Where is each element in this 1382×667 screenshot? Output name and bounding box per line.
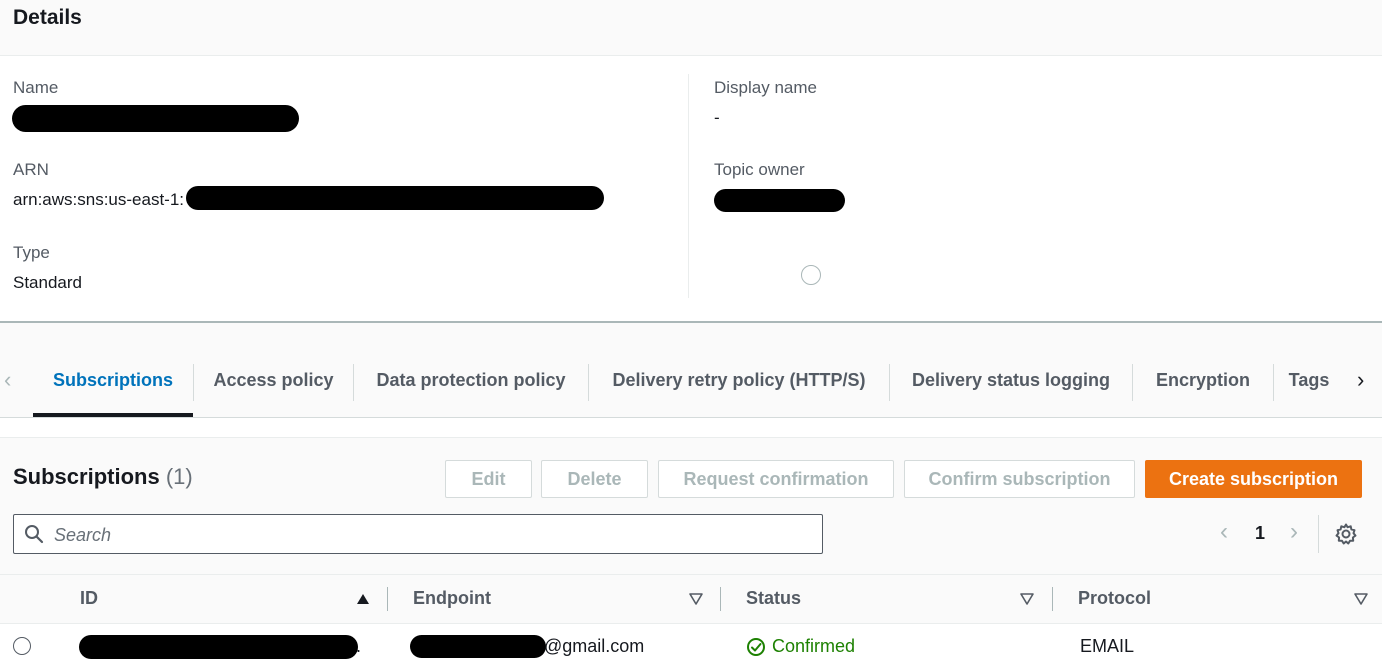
arn-value: arn:aws:sns:us-east-1:: [13, 190, 185, 209]
current-page[interactable]: 1: [1255, 523, 1265, 544]
tab-access-policy[interactable]: Access policy: [194, 363, 353, 398]
gear-icon[interactable]: [1334, 522, 1358, 546]
sort-icon[interactable]: [1020, 592, 1034, 606]
type-value: Standard: [13, 273, 82, 292]
column-separator: [720, 587, 721, 611]
tab-subscriptions[interactable]: Subscriptions: [33, 363, 193, 398]
create-subscription-button[interactable]: Create subscription: [1145, 460, 1362, 498]
id-redacted: [79, 635, 358, 659]
subscriptions-count: (1): [165, 464, 193, 489]
endpoint-redacted: [410, 635, 546, 658]
column-header-status[interactable]: Status: [746, 588, 801, 609]
display-name-value: -: [714, 108, 720, 127]
arn-redacted: [186, 186, 604, 210]
tab-data-protection-policy[interactable]: Data protection policy: [354, 363, 588, 398]
arn-label: ARN: [13, 160, 49, 179]
next-page-icon[interactable]: ›: [1290, 520, 1298, 544]
column-separator: [1052, 587, 1053, 611]
topic-owner-label: Topic owner: [714, 160, 805, 179]
protocol-cell: EMAIL: [1080, 636, 1135, 656]
table-row[interactable]: . @gmail.com Confirmed EMAIL: [0, 624, 1382, 667]
tab-delivery-retry-policy[interactable]: Delivery retry policy (HTTP/S): [589, 363, 889, 398]
name-redacted: [12, 105, 299, 132]
search-icon: [25, 525, 44, 544]
tab-tags[interactable]: Tags: [1274, 363, 1344, 398]
details-panel: Name ARN arn:aws:sns:us-east-1: Type Sta…: [0, 56, 1382, 323]
sort-icon[interactable]: [1354, 592, 1368, 606]
tabs-scroll-right-icon[interactable]: ›: [1357, 369, 1364, 391]
tab-encryption[interactable]: Encryption: [1133, 363, 1273, 398]
display-name-label: Display name: [714, 78, 817, 97]
delete-button[interactable]: Delete: [541, 460, 648, 498]
active-tab-indicator: [33, 413, 193, 417]
tabs-bar: ‹ Subscriptions Access policy Data prote…: [0, 323, 1382, 418]
sort-icon[interactable]: [689, 592, 703, 606]
confirm-subscription-button[interactable]: Confirm subscription: [904, 460, 1135, 498]
subscriptions-heading: Subscriptions (1): [13, 464, 193, 490]
search-box: [13, 514, 823, 554]
column-header-protocol[interactable]: Protocol: [1078, 588, 1151, 609]
details-header: Details: [0, 0, 1382, 56]
subscriptions-panel: Subscriptions (1) Edit Delete Request co…: [0, 437, 1382, 667]
topic-owner-redacted: [714, 189, 845, 212]
name-label: Name: [13, 78, 59, 97]
search-input[interactable]: [54, 523, 804, 547]
previous-page-icon[interactable]: ‹: [1220, 520, 1228, 544]
endpoint-cell: @gmail.com: [544, 636, 645, 656]
tabs-scroll-left-icon[interactable]: ‹: [4, 369, 11, 391]
column-divider: [688, 74, 689, 298]
details-title: Details: [13, 6, 82, 29]
sort-ascending-icon[interactable]: [356, 592, 370, 606]
pager-separator: [1318, 515, 1319, 553]
request-confirmation-button[interactable]: Request confirmation: [658, 460, 894, 498]
loading-spinner-icon: [801, 265, 821, 285]
column-header-endpoint[interactable]: Endpoint: [413, 588, 491, 609]
column-header-id[interactable]: ID: [80, 588, 98, 609]
table-header: ID Endpoint Status Protocol: [0, 574, 1382, 624]
status-cell: Confirmed: [746, 636, 855, 657]
edit-button[interactable]: Edit: [445, 460, 532, 498]
id-cell[interactable]: .: [356, 636, 361, 657]
tab-delivery-status-logging[interactable]: Delivery status logging: [890, 363, 1132, 398]
column-separator: [387, 587, 388, 611]
status-text: Confirmed: [772, 636, 856, 656]
row-select-radio[interactable]: [13, 637, 31, 655]
type-label: Type: [13, 243, 50, 262]
check-circle-icon: [747, 637, 765, 656]
subscriptions-title: Subscriptions: [13, 464, 160, 489]
